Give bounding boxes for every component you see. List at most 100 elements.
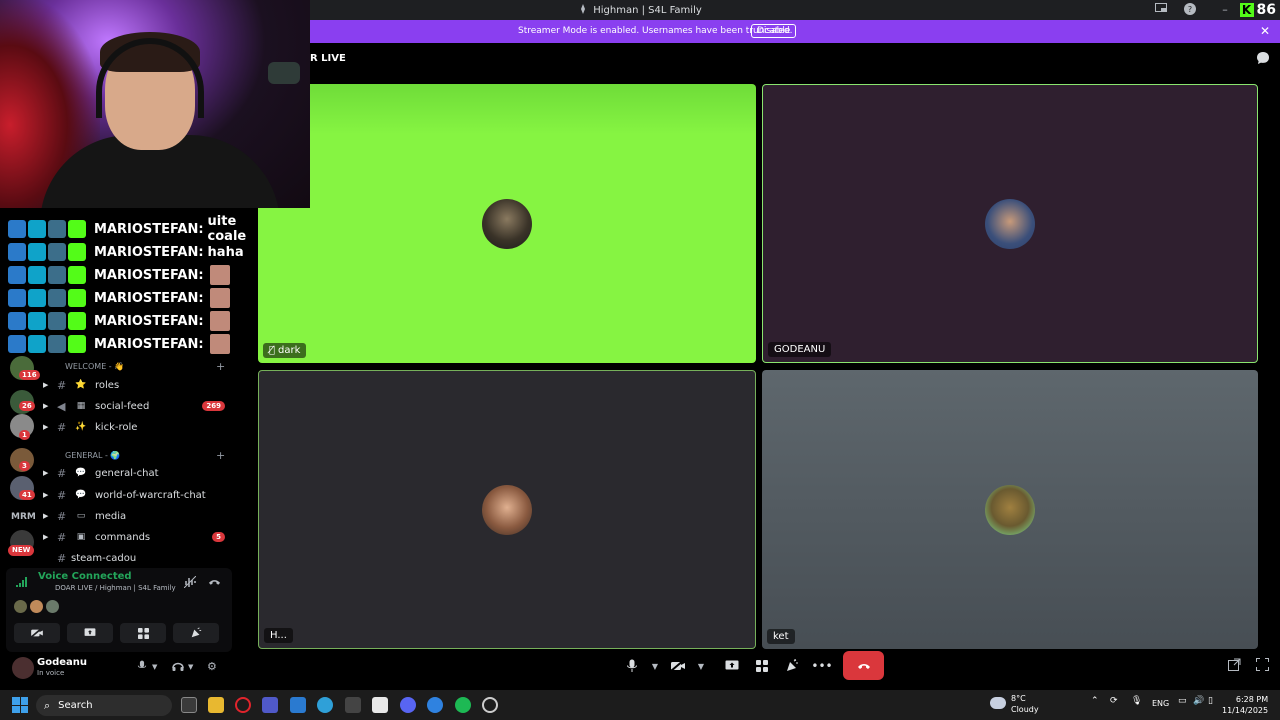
text-channel-icon: # — [57, 551, 67, 565]
disable-streamer-mode-button[interactable]: Disable — [751, 24, 797, 38]
activities-icon[interactable] — [750, 654, 774, 678]
sync-icon[interactable]: ⟳ — [1110, 696, 1118, 706]
screen-share-button[interactable] — [67, 623, 113, 643]
weather-condition: Cloudy — [1011, 705, 1039, 714]
category-welcome[interactable]: WELCOME - 👋 — [65, 362, 124, 371]
channel-steam-cadou[interactable]: # steam-cadou — [47, 549, 229, 567]
category-general[interactable]: GENERAL - 🌍 — [65, 451, 120, 460]
window-title-text: Highman | S4L Family — [593, 5, 702, 16]
mic-options-chevron-icon[interactable]: ▼ — [650, 654, 660, 678]
server-mention-badge: 116 — [19, 370, 40, 380]
store-icon[interactable] — [372, 697, 388, 713]
participant-name: dark — [278, 345, 301, 356]
add-channel-icon[interactable]: + — [216, 449, 225, 462]
taskbar-search-box[interactable]: ⌕ Search — [36, 695, 172, 716]
participant-avatar — [985, 198, 1035, 249]
channel-commands[interactable]: ▶ # ▣ commands 5 — [43, 528, 229, 546]
kick-viewer-badge: K 86 — [1239, 2, 1276, 18]
headphones-icon[interactable] — [172, 660, 184, 675]
user-panel: Godeanu In voice ▼ ▼ ⚙ — [6, 652, 232, 682]
app-icon[interactable] — [345, 697, 361, 713]
disconnect-icon[interactable] — [208, 576, 221, 589]
soundboard-icon[interactable] — [780, 654, 804, 678]
volume-icon[interactable]: 🔊 — [1193, 696, 1204, 706]
camera-off-button[interactable] — [14, 623, 60, 643]
channel-emoji: 💬 — [75, 490, 87, 500]
teams-icon[interactable] — [262, 697, 278, 713]
camera-off-icon[interactable] — [666, 654, 690, 678]
taskbar-clock[interactable]: 6:28 PM 11/14/2025 — [1222, 694, 1268, 716]
battery-icon[interactable]: ▯ — [1208, 696, 1213, 706]
microphone-tray-icon[interactable]: 🎙 — [1131, 696, 1142, 706]
windows-start-icon[interactable] — [12, 697, 28, 713]
show-hidden-icons-chevron-icon[interactable]: ⌃ — [1091, 696, 1099, 706]
disconnect-call-button[interactable] — [843, 651, 884, 680]
participant-name: H... — [264, 628, 293, 643]
connection-signal-icon[interactable] — [16, 576, 28, 588]
channel-roles[interactable]: ▶ # ⭐ roles — [43, 376, 229, 394]
channel-social-feed[interactable]: ▶ ◀ ▦ social-feed 269 — [43, 397, 229, 415]
channel-kick-role[interactable]: ▶ # ✨ kick-role — [43, 418, 229, 436]
voice-connection-panel: Voice Connected DOAR LIVE / Highman | S4… — [6, 568, 232, 652]
camera-options-chevron-icon[interactable]: ▼ — [696, 654, 706, 678]
spotify-icon[interactable] — [455, 697, 471, 713]
expand-arrow-icon: ▶ — [43, 512, 49, 520]
participant-name: GODEANU — [768, 342, 832, 357]
opera-browser-icon[interactable] — [235, 697, 251, 713]
server-text-icon[interactable]: MRM — [11, 512, 36, 522]
announcement-channel-icon: ◀ — [57, 399, 66, 413]
screen-share-icon[interactable] — [720, 654, 744, 678]
participant-tile-godeanu[interactable]: GODEANU — [762, 84, 1258, 363]
popout-icon[interactable] — [1228, 658, 1241, 674]
kick-viewer-count: 86 — [1256, 2, 1276, 18]
participant-avatar — [482, 484, 532, 535]
add-channel-icon[interactable]: + — [216, 360, 225, 373]
mic-settings-chevron-icon[interactable]: ▼ — [152, 663, 157, 671]
participant-tile-ket[interactable]: ket — [762, 370, 1258, 649]
windows-taskbar: ⌕ Search 8°C Cloudy ⌃ ⟳ 🎙 ENG ▭ 🔊 ▯ 6:28… — [0, 690, 1280, 720]
task-view-icon[interactable] — [181, 697, 197, 713]
noise-suppression-icon[interactable] — [183, 575, 197, 591]
activities-button[interactable] — [120, 623, 166, 643]
channel-label: social-feed — [95, 400, 150, 412]
channel-label: roles — [95, 379, 120, 391]
participant-mini-avatar[interactable] — [14, 600, 27, 613]
screen-icon[interactable] — [1154, 3, 1168, 17]
obs-icon[interactable] — [482, 697, 498, 713]
expand-arrow-icon: ▶ — [43, 402, 49, 410]
edge-browser-icon[interactable] — [317, 697, 333, 713]
audio-settings-chevron-icon[interactable]: ▼ — [188, 663, 193, 671]
file-explorer-icon[interactable] — [208, 697, 224, 713]
fullscreen-icon[interactable] — [1256, 658, 1269, 674]
chat-text: uite coale — [207, 214, 247, 244]
channel-media[interactable]: ▶ # ▭ media — [43, 507, 229, 525]
microphone-icon[interactable] — [620, 654, 644, 678]
chat-bubble-icon[interactable] — [1256, 51, 1270, 65]
participant-tile-h[interactable]: H... — [258, 370, 756, 649]
discord-icon[interactable] — [400, 697, 416, 713]
channel-emoji: ✨ — [75, 422, 87, 432]
channel-general-chat[interactable]: ▶ # 💬 general-chat — [43, 464, 229, 482]
minimize-icon[interactable]: – — [1218, 3, 1232, 17]
mute-microphone-icon[interactable] — [137, 660, 147, 675]
help-icon[interactable]: ? — [1183, 3, 1197, 17]
participant-name-tag: 🎙̸ dark — [263, 343, 307, 358]
settings-gear-icon[interactable]: ⚙ — [207, 660, 217, 673]
outlook-icon[interactable] — [290, 697, 306, 713]
participant-mini-avatar[interactable] — [46, 600, 59, 613]
participant-mini-avatar[interactable] — [30, 600, 43, 613]
voice-connected-status[interactable]: Voice Connected — [38, 571, 132, 582]
channel-emoji: ▭ — [76, 511, 86, 521]
network-icon[interactable]: ▭ — [1178, 696, 1187, 706]
user-avatar[interactable] — [12, 657, 34, 679]
channel-world-of-warcraft-chat[interactable]: ▶ # 💬 world-of-warcraft-chat — [43, 486, 229, 504]
participant-tile-dark[interactable]: 🎙̸ dark — [258, 84, 756, 363]
chat-username: MARIOSTEFAN: — [94, 267, 204, 283]
app-icon[interactable] — [427, 697, 443, 713]
voice-location[interactable]: DOAR LIVE / Highman | S4L Family — [55, 584, 176, 592]
close-banner-icon[interactable]: ✕ — [1260, 24, 1270, 38]
more-options-icon[interactable]: ••• — [810, 654, 834, 678]
soundboard-button[interactable] — [173, 623, 219, 643]
language-indicator[interactable]: ENG — [1152, 699, 1169, 708]
user-name[interactable]: Godeanu — [37, 657, 87, 668]
